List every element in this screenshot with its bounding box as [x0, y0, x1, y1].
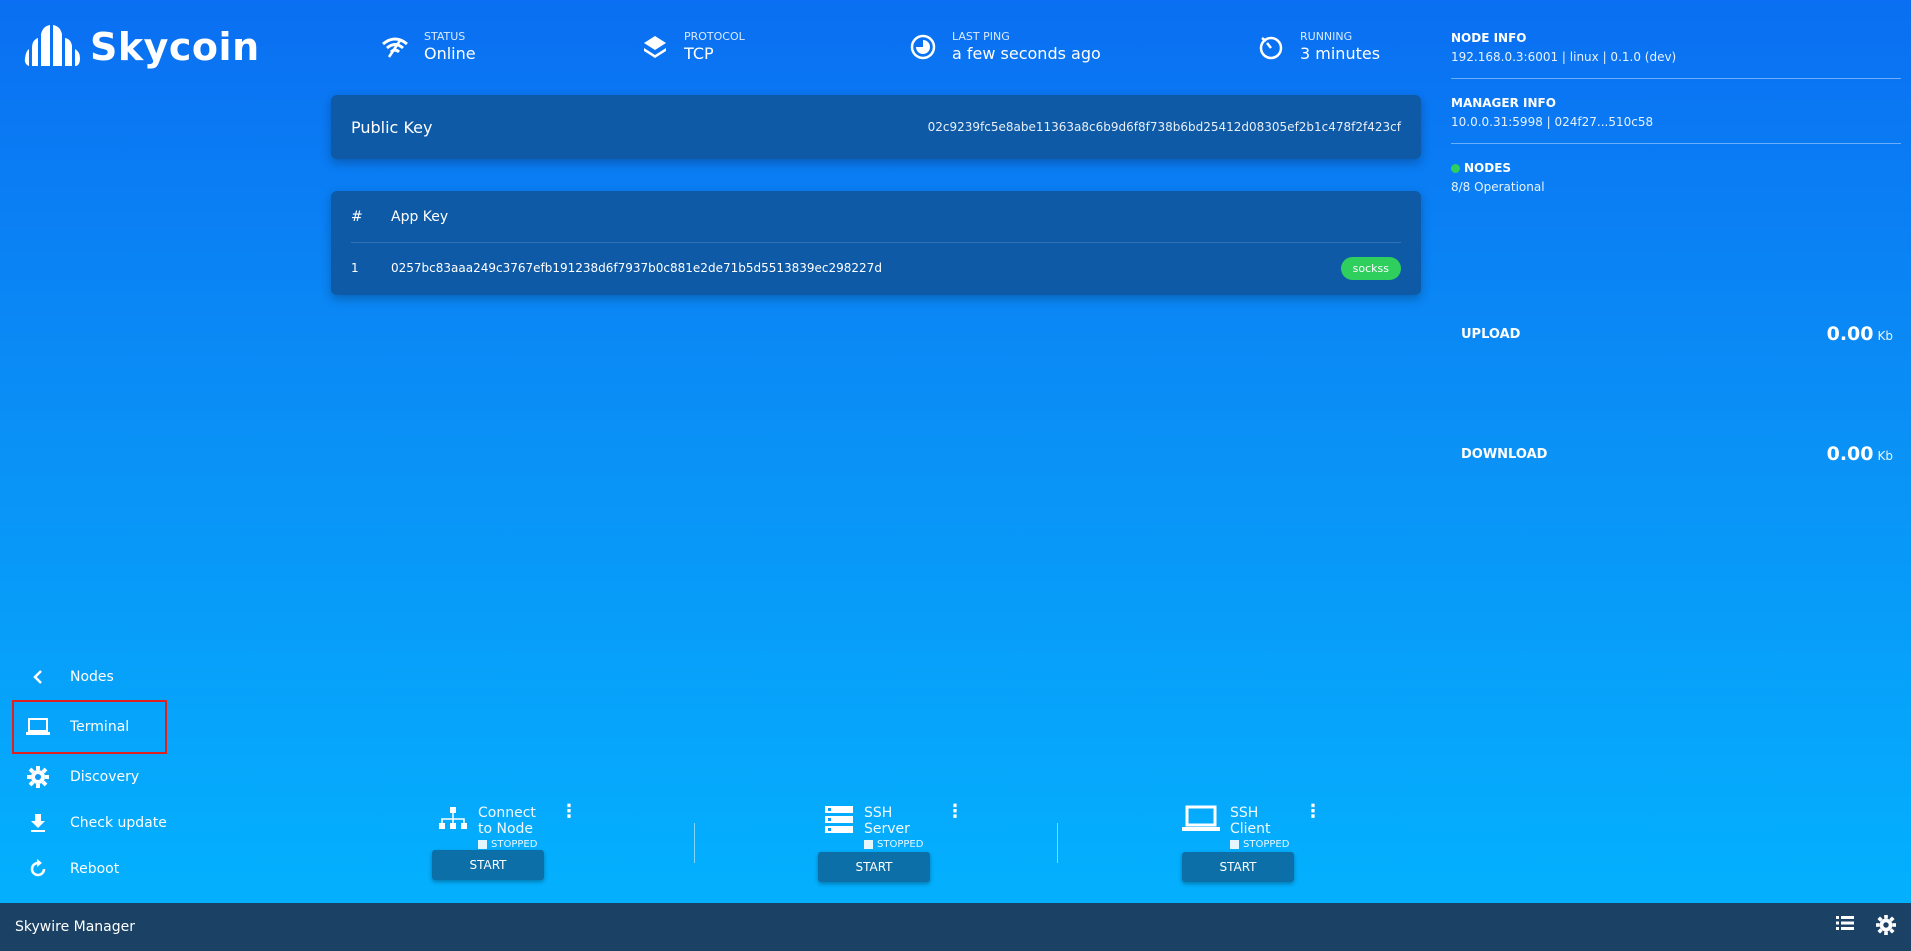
app-ssh-client: SSH Client STOPPED ⋮	[1182, 803, 1322, 850]
upload-stat: UPLOAD 0.00 Kb	[1461, 323, 1893, 345]
network-icon	[438, 805, 468, 837]
app-status-row: STOPPED	[1230, 839, 1290, 850]
last-ping-value: a few seconds ago	[952, 44, 1101, 63]
table-header: # App Key	[351, 191, 1401, 243]
status-value: Online	[424, 44, 476, 63]
refresh-icon	[26, 857, 50, 881]
download-stat: DOWNLOAD 0.00 Kb	[1461, 443, 1893, 465]
menu-item-terminal[interactable]: Terminal	[12, 700, 167, 754]
app-status: STOPPED	[491, 839, 538, 850]
last-ping-stat: LAST PING a few seconds ago	[908, 30, 1101, 64]
menu-item-discovery[interactable]: Discovery	[12, 754, 167, 800]
download-value: 0.00	[1826, 443, 1874, 465]
chevron-left-icon	[26, 665, 50, 689]
timer-icon	[1256, 32, 1286, 62]
upload-unit: Kb	[1877, 329, 1894, 343]
more-options-icon[interactable]: ⋮	[946, 803, 964, 821]
ping-icon	[908, 32, 938, 62]
laptop-icon	[1182, 805, 1220, 837]
status-square	[1230, 840, 1239, 849]
nodes-block: NODES 8/8 Operational	[1451, 160, 1901, 208]
manager-info-value: 10.0.0.31:5998 | 024f27...510c58	[1451, 115, 1654, 129]
table-row: 1 0257bc83aaa249c3767efb191238d6f7937b0c…	[351, 243, 1401, 293]
footer-bar: Skywire Manager	[0, 903, 1911, 951]
skycoin-cloud-icon	[24, 25, 80, 66]
row-number: 1	[351, 261, 359, 275]
upload-value: 0.00	[1826, 323, 1874, 345]
app-name: Connect to Node	[478, 805, 536, 837]
app-name: SSH Client	[1230, 805, 1271, 837]
start-ssh-client-button[interactable]: START	[1182, 852, 1294, 882]
app-status-row: STOPPED	[864, 839, 932, 850]
status-square	[478, 840, 487, 849]
menu-item-label: Check update	[70, 815, 167, 831]
protocol-label: PROTOCOL	[684, 30, 745, 43]
nodes-title-row: NODES	[1451, 160, 1901, 176]
start-ssh-server-button[interactable]: START	[818, 852, 930, 882]
menu-item-reboot[interactable]: Reboot	[12, 846, 167, 892]
app-status-row: STOPPED	[478, 839, 546, 850]
laptop-icon	[26, 715, 50, 739]
menu-item-check-update[interactable]: Check update	[12, 800, 167, 846]
download-unit: Kb	[1877, 449, 1894, 463]
app-connect-to-node: Connect to Node STOPPED ⋮	[438, 803, 578, 850]
settings-icon[interactable]	[1876, 915, 1896, 939]
nodes-title: NODES	[1464, 161, 1512, 175]
footer-title: Skywire Manager	[15, 919, 135, 935]
download-icon	[26, 811, 50, 835]
row-app-key: 0257bc83aaa249c3767efb191238d6f7937b0c88…	[391, 261, 882, 275]
server-icon	[824, 805, 854, 839]
menu-item-label: Discovery	[70, 769, 140, 785]
app-type-badge: sockss	[1340, 256, 1401, 280]
menu-item-label: Terminal	[70, 719, 130, 735]
manager-info-title: MANAGER INFO	[1451, 96, 1556, 110]
info-panel: NODE INFO 192.168.0.3:6001 | linux | 0.1…	[1451, 30, 1901, 224]
last-ping-label: LAST PING	[952, 30, 1010, 43]
manager-info-block: MANAGER INFO 10.0.0.31:5998 | 024f27...5…	[1451, 95, 1901, 144]
more-options-icon[interactable]: ⋮	[1304, 803, 1322, 821]
skycoin-logo: Skycoin	[24, 22, 260, 72]
app-ssh-server: SSH Server STOPPED ⋮	[824, 803, 964, 850]
app-keys-table: # App Key 1 0257bc83aaa249c3767efb191238…	[331, 191, 1421, 295]
list-icon[interactable]	[1836, 915, 1854, 939]
running-stat: RUNNING 3 minutes	[1256, 30, 1380, 64]
public-key-card: Public Key 02c9239fc5e8abe11363a8c6b9d6f…	[331, 95, 1421, 159]
more-options-icon[interactable]: ⋮	[560, 803, 578, 821]
protocol-stat: PROTOCOL TCP	[640, 30, 745, 64]
brand-name: Skycoin	[90, 25, 260, 69]
column-header-number: #	[351, 208, 363, 225]
node-info-title: NODE INFO	[1451, 31, 1527, 45]
status-stat: STATUS Online	[380, 30, 476, 64]
nodes-status-dot	[1451, 163, 1460, 173]
app-status: STOPPED	[877, 839, 924, 850]
public-key-label: Public Key	[351, 117, 433, 137]
gear-icon	[26, 765, 50, 789]
status-square	[864, 840, 873, 849]
divider	[694, 823, 695, 863]
divider	[1057, 823, 1058, 863]
menu-item-label: Nodes	[70, 669, 114, 685]
nodes-value: 8/8 Operational	[1451, 180, 1545, 194]
node-info-value: 192.168.0.3:6001 | linux | 0.1.0 (dev)	[1451, 50, 1677, 64]
protocol-value: TCP	[684, 44, 714, 63]
node-info-block: NODE INFO 192.168.0.3:6001 | linux | 0.1…	[1451, 30, 1901, 79]
status-label: STATUS	[424, 30, 466, 43]
upload-label: UPLOAD	[1461, 326, 1521, 342]
wifi-icon	[380, 32, 410, 62]
public-key-value: 02c9239fc5e8abe11363a8c6b9d6f8f738b6bd25…	[927, 120, 1401, 134]
running-label: RUNNING	[1300, 30, 1353, 43]
menu-item-nodes[interactable]: Nodes	[12, 654, 167, 700]
app-status: STOPPED	[1243, 839, 1290, 850]
start-connect-to-node-button[interactable]: START	[432, 850, 544, 880]
app-name: SSH Server	[864, 805, 910, 837]
sidebar-menu: Nodes Terminal Discovery Check update Re…	[12, 654, 167, 892]
download-label: DOWNLOAD	[1461, 446, 1548, 462]
column-header-app-key: App Key	[391, 208, 449, 225]
running-value: 3 minutes	[1300, 44, 1381, 63]
layers-icon	[640, 32, 670, 62]
menu-item-label: Reboot	[70, 861, 120, 877]
